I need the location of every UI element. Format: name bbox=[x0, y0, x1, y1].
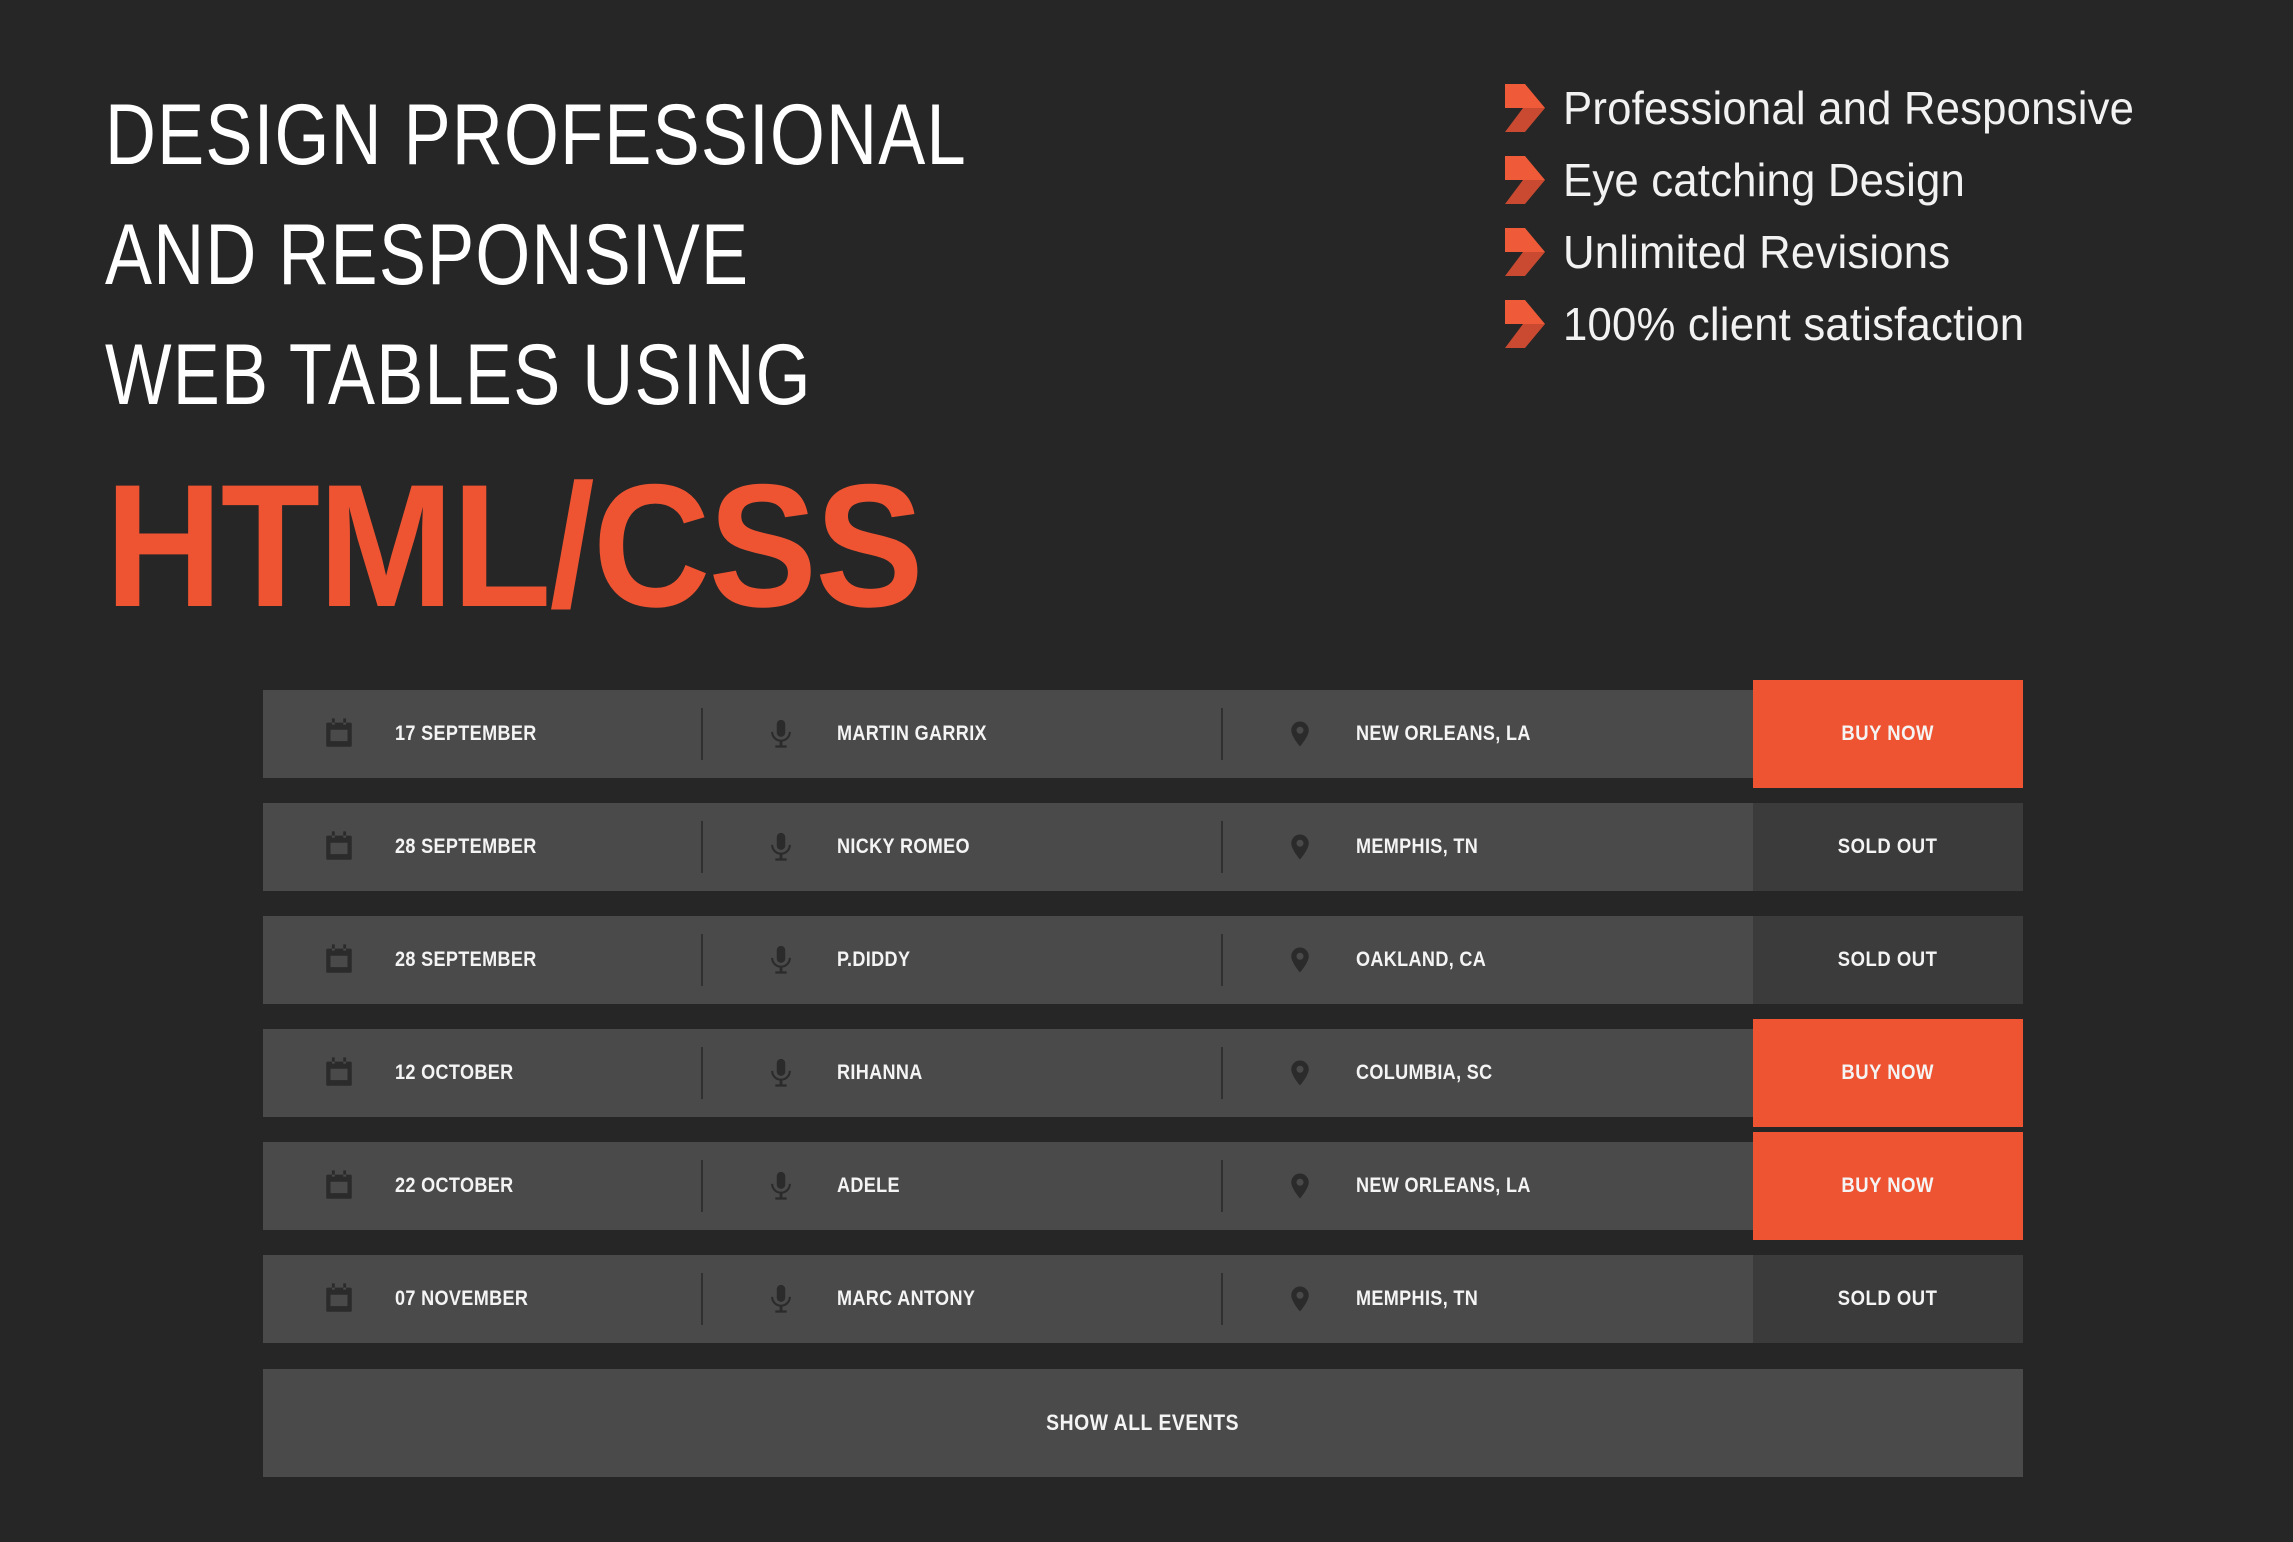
event-date-label: 07 NOVEMBER bbox=[395, 1287, 529, 1310]
event-artist-label: MARC ANTONY bbox=[837, 1287, 976, 1310]
hero-headline: DESIGN PROFESSIONAL AND RESPONSIVE WEB T… bbox=[105, 75, 1425, 634]
chevron-right-icon bbox=[1505, 156, 1545, 204]
map-pin-icon bbox=[1280, 1279, 1320, 1319]
event-artist-cell: NICKY ROMEO bbox=[703, 803, 1223, 891]
buy-now-label: BUY NOW bbox=[1841, 722, 1935, 745]
table-row[interactable]: 22 OCTOBER ADELE NEW ORLEANS, LA BUY NOW bbox=[263, 1132, 2023, 1240]
headline-line-3: WEB TABLES USING bbox=[105, 327, 812, 423]
event-venue-cell: NEW ORLEANS, LA bbox=[1223, 1142, 1753, 1230]
sold-out-label: SOLD OUT bbox=[1838, 948, 1938, 971]
microphone-icon bbox=[761, 714, 801, 754]
event-artist-cell: RIHANNA bbox=[703, 1029, 1223, 1117]
chevron-right-icon bbox=[1505, 300, 1545, 348]
calendar-icon bbox=[319, 1279, 359, 1319]
event-date-label: 17 SEPTEMBER bbox=[395, 722, 537, 745]
table-row[interactable]: 07 NOVEMBER MARC ANTONY MEMPHIS, TN SOLD… bbox=[263, 1255, 2023, 1343]
event-artist-label: ADELE bbox=[837, 1174, 900, 1197]
headline-line-1: DESIGN PROFESSIONAL bbox=[105, 87, 967, 183]
map-pin-icon bbox=[1280, 714, 1320, 754]
microphone-icon bbox=[761, 827, 801, 867]
event-venue-cell: NEW ORLEANS, LA bbox=[1223, 690, 1753, 778]
table-row[interactable]: 28 SEPTEMBER NICKY ROMEO MEMPHIS, TN SOL… bbox=[263, 803, 2023, 891]
show-all-events-button[interactable]: SHOW ALL EVENTS bbox=[263, 1369, 2023, 1477]
microphone-icon bbox=[761, 1166, 801, 1206]
event-venue-label: MEMPHIS, TN bbox=[1356, 1287, 1479, 1310]
event-date-cell: 28 SEPTEMBER bbox=[263, 803, 703, 891]
event-artist-cell: MARC ANTONY bbox=[703, 1255, 1223, 1343]
event-venue-label: NEW ORLEANS, LA bbox=[1356, 1174, 1531, 1197]
sold-out-badge: SOLD OUT bbox=[1753, 916, 2023, 1004]
table-row[interactable]: 17 SEPTEMBER MARTIN GARRIX NEW ORLEANS, … bbox=[263, 680, 2023, 788]
event-date-cell: 12 OCTOBER bbox=[263, 1029, 703, 1117]
event-date-label: 12 OCTOBER bbox=[395, 1061, 514, 1084]
event-venue-label: COLUMBIA, SC bbox=[1356, 1061, 1493, 1084]
feature-bullet-list: Professional and Responsive Eye catching… bbox=[1505, 72, 2265, 360]
calendar-icon bbox=[319, 1053, 359, 1093]
map-pin-icon bbox=[1280, 940, 1320, 980]
event-artist-cell: P.DIDDY bbox=[703, 916, 1223, 1004]
event-date-label: 28 SEPTEMBER bbox=[395, 835, 537, 858]
table-row[interactable]: 12 OCTOBER RIHANNA COLUMBIA, SC BUY NOW bbox=[263, 1019, 2023, 1127]
microphone-icon bbox=[761, 1053, 801, 1093]
event-venue-cell: MEMPHIS, TN bbox=[1223, 803, 1753, 891]
calendar-icon bbox=[319, 827, 359, 867]
event-date-cell: 22 OCTOBER bbox=[263, 1142, 703, 1230]
event-artist-label: MARTIN GARRIX bbox=[837, 722, 987, 745]
feature-bullet-item: Unlimited Revisions bbox=[1505, 216, 2265, 288]
chevron-right-icon bbox=[1505, 228, 1545, 276]
event-date-cell: 17 SEPTEMBER bbox=[263, 690, 703, 778]
event-artist-cell: ADELE bbox=[703, 1142, 1223, 1230]
headline-accent: HTML/CSS bbox=[105, 449, 924, 644]
buy-now-button[interactable]: BUY NOW bbox=[1753, 1019, 2023, 1127]
feature-bullet-item: 100% client satisfaction bbox=[1505, 288, 2265, 360]
feature-bullet-item: Professional and Responsive bbox=[1505, 72, 2265, 144]
map-pin-icon bbox=[1280, 827, 1320, 867]
buy-now-label: BUY NOW bbox=[1841, 1061, 1935, 1084]
event-artist-label: NICKY ROMEO bbox=[837, 835, 970, 858]
event-artist-label: RIHANNA bbox=[837, 1061, 923, 1084]
buy-now-label: BUY NOW bbox=[1841, 1174, 1935, 1197]
sold-out-badge: SOLD OUT bbox=[1753, 1255, 2023, 1343]
microphone-icon bbox=[761, 940, 801, 980]
chevron-right-icon bbox=[1505, 84, 1545, 132]
feature-bullet-label: Professional and Responsive bbox=[1563, 82, 2135, 134]
sold-out-label: SOLD OUT bbox=[1838, 835, 1938, 858]
event-date-label: 28 SEPTEMBER bbox=[395, 948, 537, 971]
event-venue-cell: OAKLAND, CA bbox=[1223, 916, 1753, 1004]
calendar-icon bbox=[319, 940, 359, 980]
event-artist-label: P.DIDDY bbox=[837, 948, 911, 971]
event-table: 17 SEPTEMBER MARTIN GARRIX NEW ORLEANS, … bbox=[263, 680, 2023, 1477]
event-venue-label: NEW ORLEANS, LA bbox=[1356, 722, 1531, 745]
calendar-icon bbox=[319, 1166, 359, 1206]
buy-now-button[interactable]: BUY NOW bbox=[1753, 680, 2023, 788]
buy-now-button[interactable]: BUY NOW bbox=[1753, 1132, 2023, 1240]
table-row[interactable]: 28 SEPTEMBER P.DIDDY OAKLAND, CA SOLD OU… bbox=[263, 916, 2023, 1004]
poster-canvas: DESIGN PROFESSIONAL AND RESPONSIVE WEB T… bbox=[0, 0, 2293, 1542]
map-pin-icon bbox=[1280, 1166, 1320, 1206]
feature-bullet-label: 100% client satisfaction bbox=[1563, 298, 2025, 350]
feature-bullet-label: Unlimited Revisions bbox=[1563, 226, 1951, 278]
map-pin-icon bbox=[1280, 1053, 1320, 1093]
sold-out-label: SOLD OUT bbox=[1838, 1287, 1938, 1310]
event-venue-cell: MEMPHIS, TN bbox=[1223, 1255, 1753, 1343]
event-artist-cell: MARTIN GARRIX bbox=[703, 690, 1223, 778]
event-date-cell: 07 NOVEMBER bbox=[263, 1255, 703, 1343]
event-venue-cell: COLUMBIA, SC bbox=[1223, 1029, 1753, 1117]
event-date-label: 22 OCTOBER bbox=[395, 1174, 514, 1197]
headline-line-2: AND RESPONSIVE bbox=[105, 207, 750, 303]
event-venue-label: OAKLAND, CA bbox=[1356, 948, 1487, 971]
feature-bullet-label: Eye catching Design bbox=[1563, 154, 1965, 206]
feature-bullet-item: Eye catching Design bbox=[1505, 144, 2265, 216]
microphone-icon bbox=[761, 1279, 801, 1319]
sold-out-badge: SOLD OUT bbox=[1753, 803, 2023, 891]
calendar-icon bbox=[319, 714, 359, 754]
event-date-cell: 28 SEPTEMBER bbox=[263, 916, 703, 1004]
show-all-events-label: SHOW ALL EVENTS bbox=[1046, 1410, 1240, 1435]
event-venue-label: MEMPHIS, TN bbox=[1356, 835, 1479, 858]
